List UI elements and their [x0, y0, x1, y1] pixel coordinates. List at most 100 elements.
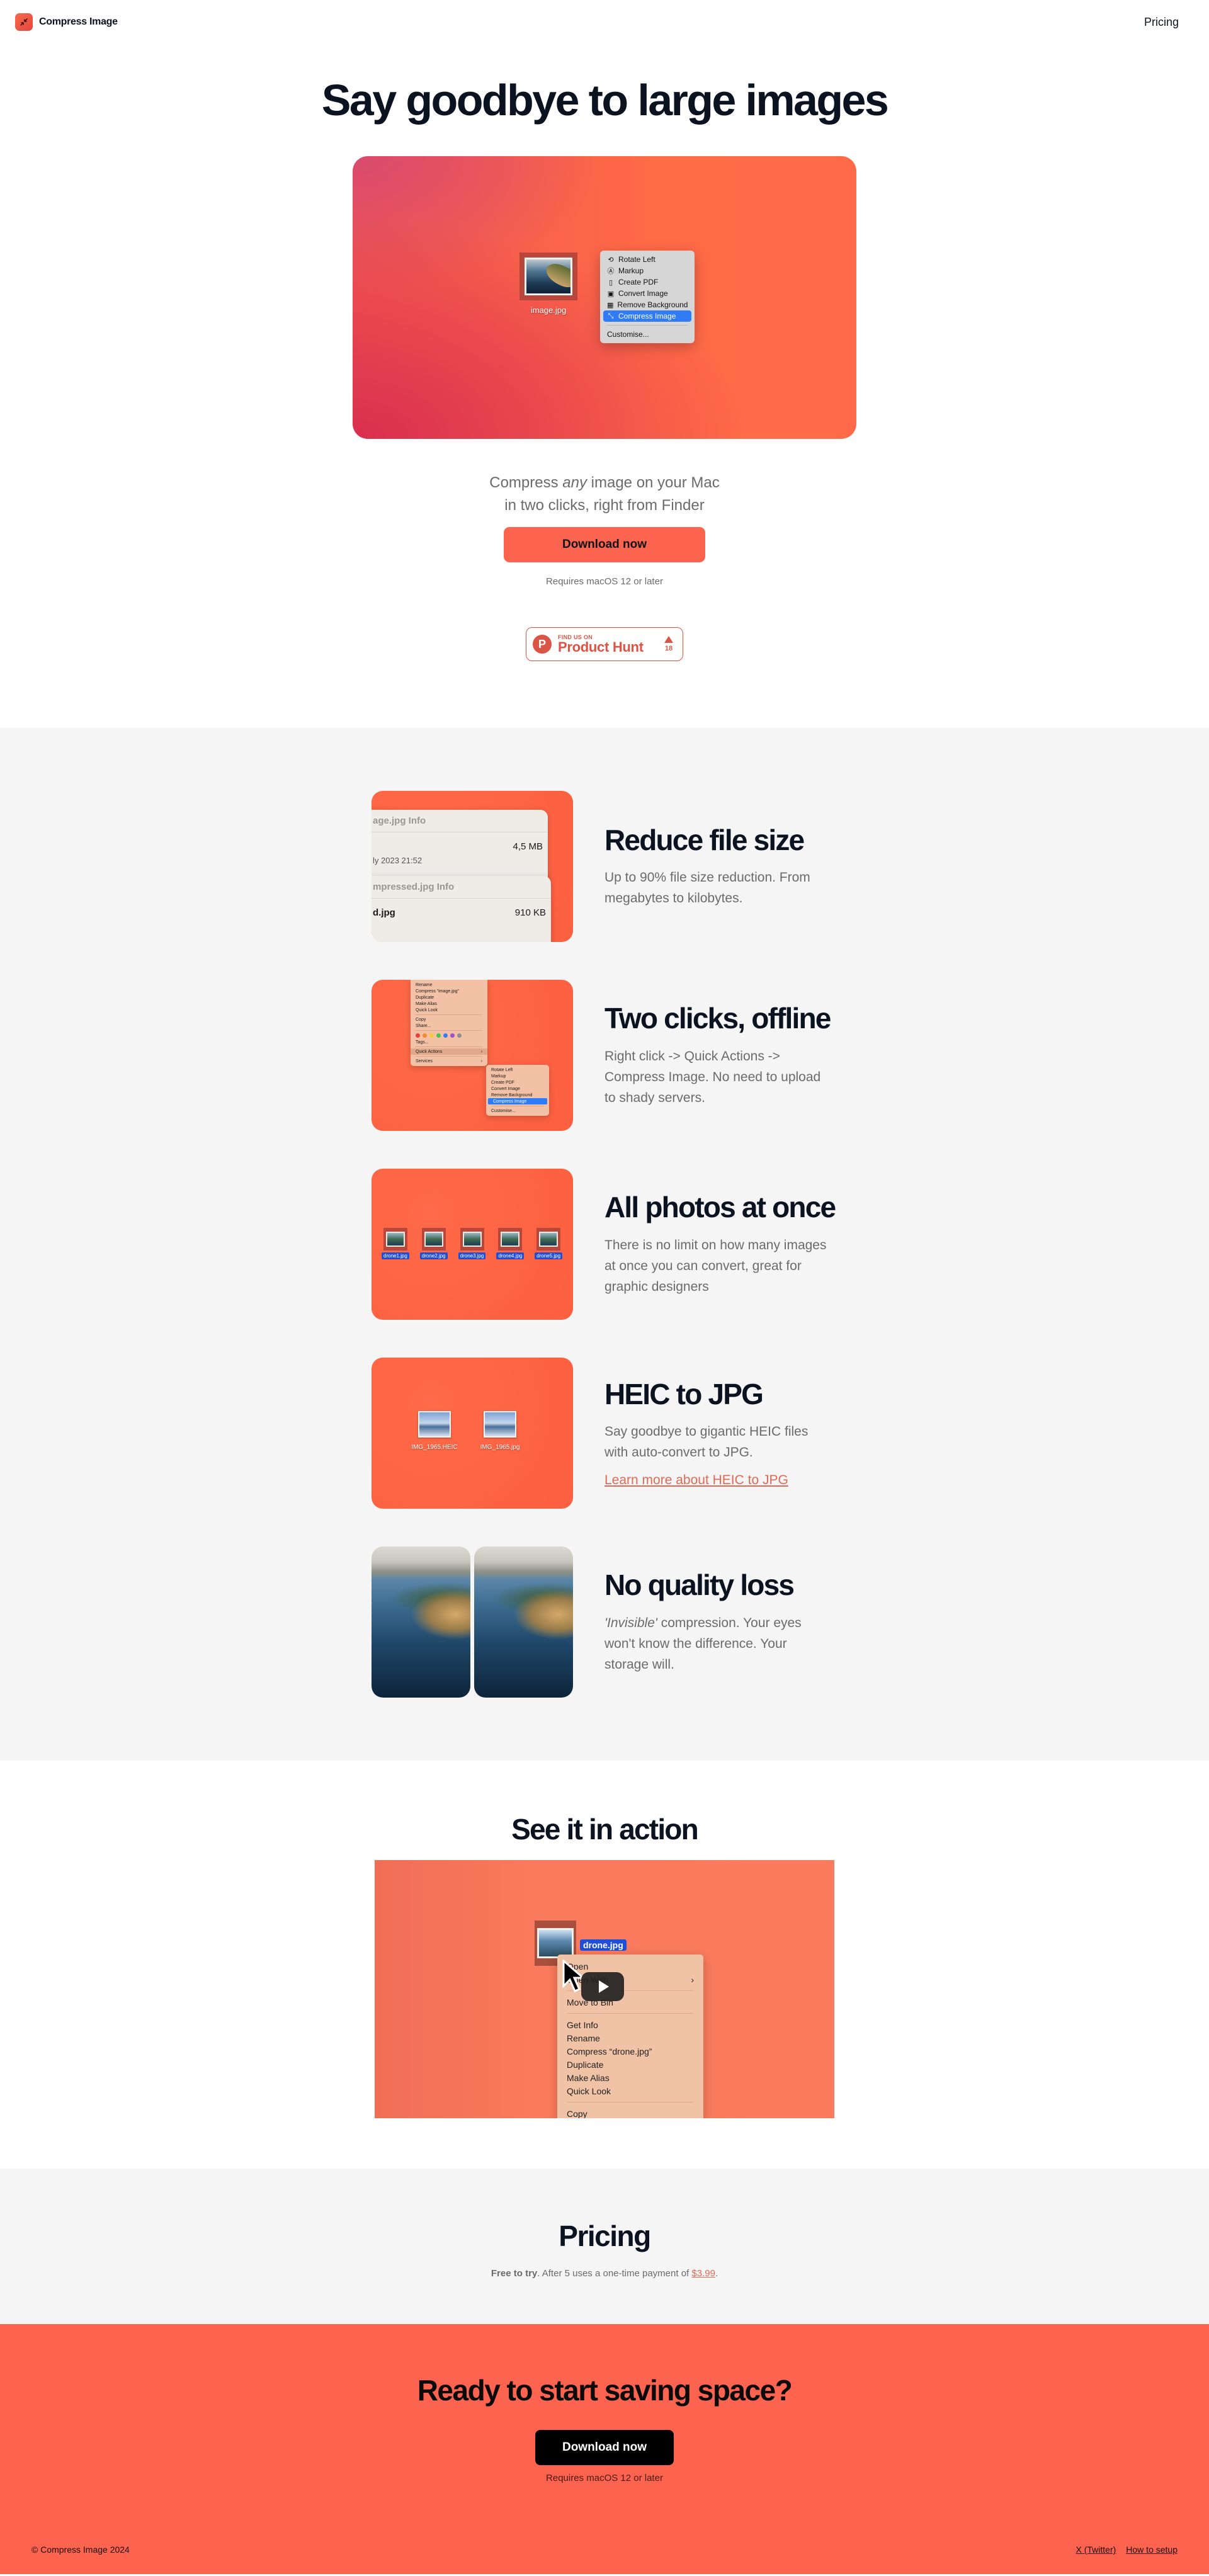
- product-hunt-name: Product Hunt: [558, 639, 644, 655]
- file-thumbnail: [498, 1228, 523, 1251]
- tag-color-dot: [450, 1033, 455, 1038]
- requirement-note: Requires macOS 12 or later: [546, 2473, 663, 2483]
- menu-item: Quick Look: [557, 2084, 703, 2097]
- menu-item-label: Duplicate: [567, 2059, 604, 2070]
- menu-item: Make Alias: [416, 1001, 437, 1006]
- menu-item-label: Customise...: [607, 330, 649, 339]
- info-pane-compressed: mpressed.jpg Info d.jpg 910 KB: [372, 876, 551, 942]
- info-pane-title: age.jpg Info: [372, 810, 548, 832]
- menu-item: Rename: [416, 982, 433, 987]
- image-thumbnail: [484, 1411, 516, 1438]
- context-menu: Rename Compress “image.jpg” Duplicate Ma…: [411, 980, 487, 1066]
- menu-item: Compress “image.jpg”: [416, 989, 459, 994]
- menu-item: ▯ Create PDF: [603, 276, 691, 288]
- tag-color-dot: [457, 1033, 462, 1038]
- menu-divider: [416, 1030, 482, 1031]
- menu-item-quick-actions: Quick Actions ›: [411, 1048, 487, 1055]
- file-size: 4,5 MB: [513, 841, 543, 852]
- file-item: drone3.jpg: [458, 1228, 486, 1259]
- quick-actions-menu: ⟲ Rotate Left Ⓐ Markup ▯ Create PDF ▣ Conver…: [600, 251, 695, 343]
- demo-section: See it in action drone.jpg Open Open Wit…: [0, 1761, 1209, 2169]
- menu-item: Remove Background: [491, 1092, 533, 1098]
- cta-title: Ready to start saving space?: [417, 2374, 793, 2407]
- selected-files: drone1.jpg drone2.jpg drone3.jpg drone4.…: [382, 1228, 563, 1259]
- file-name: drone.jpg: [580, 1939, 627, 1951]
- footer-twitter-link[interactable]: X (Twitter): [1076, 2545, 1116, 2555]
- top-nav: Compress Image Pricing: [0, 0, 1209, 44]
- file-size: 910 KB: [514, 907, 546, 918]
- hero-section: Say goodbye to large images image.jpg ⟲ R…: [0, 44, 1209, 728]
- menu-item-label: Create PDF: [618, 278, 659, 287]
- footer-setup-link[interactable]: How to setup: [1126, 2545, 1178, 2555]
- menu-item: Quick Look: [416, 1007, 438, 1013]
- product-hunt-badge[interactable]: P FIND US ON Product Hunt 18: [526, 627, 683, 661]
- menu-item: Compress “drone.jpg”: [557, 2045, 703, 2058]
- menu-item: Rename: [557, 2031, 703, 2045]
- menu-item-active: ⤡ Compress Image: [603, 310, 691, 322]
- file-item: drone1.jpg: [382, 1228, 409, 1259]
- features-section: age.jpg Info 4,5 MB ly 2023 21:52 mpress…: [0, 728, 1209, 1761]
- info-pane-title: mpressed.jpg Info: [372, 876, 551, 899]
- file-name: drone3.jpg: [458, 1252, 486, 1259]
- brand-name: Compress Image: [39, 16, 118, 27]
- menu-item-label: Convert Image: [618, 289, 668, 298]
- document-icon: ▯: [608, 278, 613, 287]
- file-name: d.jpg: [373, 907, 395, 918]
- image-thumbnail: [537, 1928, 574, 1958]
- chevron-right-icon: ›: [691, 1974, 694, 1985]
- brand-link[interactable]: Compress Image: [15, 13, 118, 31]
- image-thumbnail: [418, 1411, 451, 1438]
- menu-item: Make Alias: [557, 2071, 703, 2084]
- feature-title: No quality loss: [604, 1569, 795, 1602]
- file-name: drone4.jpg: [496, 1252, 525, 1259]
- file-item: drone5.jpg: [535, 1228, 563, 1259]
- file-name: IMG_1965.HEIC: [411, 1444, 458, 1451]
- file-thumbnail: [421, 1228, 446, 1251]
- menu-item: Markup: [491, 1074, 506, 1079]
- menu-item: Customise...: [603, 329, 691, 340]
- feature-image: drone1.jpg drone2.jpg drone3.jpg drone4.…: [372, 1169, 573, 1320]
- heic-files: IMG_1965.HEIC IMG_1965.jpg: [409, 1411, 525, 1451]
- heic-learn-more-link[interactable]: Learn more about HEIC to JPG: [604, 1473, 788, 1488]
- menu-item-label: Compress “drone.jpg”: [567, 2046, 652, 2057]
- menu-item: Copy: [557, 2107, 703, 2119]
- demo-video[interactable]: drone.jpg Open Open With› Move to Bin Ge…: [375, 1860, 834, 2118]
- file-thumbnail: [536, 1228, 561, 1251]
- feature-text: HEIC to JPG Say goodbye to gigantic HEIC…: [604, 1378, 831, 1489]
- nav-pricing-link[interactable]: Pricing: [1144, 16, 1179, 29]
- feature-title: HEIC to JPG: [604, 1377, 764, 1410]
- file-name: drone5.jpg: [535, 1252, 563, 1259]
- feature-image: age.jpg Info 4,5 MB ly 2023 21:52 mpress…: [372, 791, 573, 942]
- play-icon: [599, 1980, 609, 1993]
- price-link[interactable]: $3.99: [691, 2268, 715, 2279]
- menu-item-label: Services: [416, 1058, 433, 1064]
- subtitle-emphasis: any: [562, 474, 587, 491]
- product-hunt-text: FIND US ON Product Hunt: [558, 634, 661, 654]
- menu-item-label: Make Alias: [567, 2072, 610, 2083]
- info-row: d.jpg 910 KB: [372, 907, 551, 918]
- feature-description: Right click -> Quick Actions -> Compress…: [604, 1048, 821, 1105]
- file-item: drone4.jpg: [496, 1228, 525, 1259]
- comparison-original-photo: [372, 1546, 470, 1698]
- menu-item-label: Quick Look: [567, 2085, 611, 2096]
- feature-text: All photos at once There is no limit on …: [604, 1191, 836, 1297]
- file-name: drone1.jpg: [382, 1252, 409, 1259]
- cta-download-button[interactable]: Download now: [535, 2430, 674, 2465]
- menu-divider: [567, 2013, 694, 2014]
- menu-item: Copy: [416, 1017, 426, 1022]
- pricing-section: Pricing Free to try. After 5 uses a one-…: [0, 2169, 1209, 2324]
- menu-item: Ⓐ Markup: [603, 265, 691, 276]
- tag-colors: [411, 1032, 487, 1039]
- pricing-text: . After 5 uses a one-time payment of: [537, 2268, 692, 2279]
- image-thumbnail: [462, 1232, 482, 1247]
- download-button[interactable]: Download now: [504, 527, 705, 562]
- vote-number: 18: [664, 645, 673, 652]
- feature-text: Two clicks, offline Right click -> Quick…: [604, 1002, 831, 1108]
- menu-item: Convert Image: [491, 1086, 520, 1091]
- menu-item-label: Rotate Left: [618, 255, 656, 264]
- menu-item: ▣ Convert Image: [603, 288, 691, 299]
- feature-heic-to-jpg: IMG_1965.HEIC IMG_1965.jpg HEIC to JPG S…: [372, 1358, 837, 1509]
- menu-item-label: Quick Actions: [416, 1049, 443, 1054]
- play-button[interactable]: [581, 1972, 624, 2001]
- pricing-description: Free to try. After 5 uses a one-time pay…: [0, 2268, 1209, 2279]
